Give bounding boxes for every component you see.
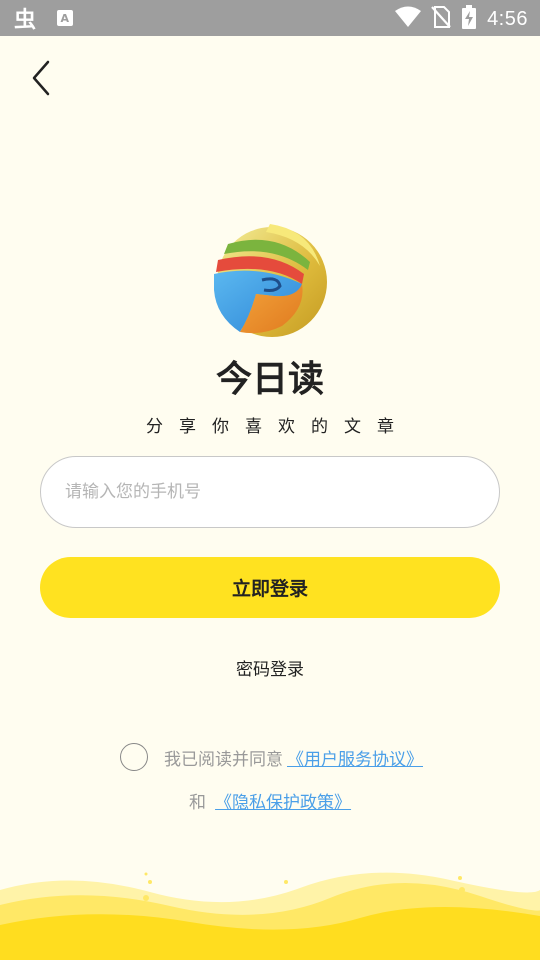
password-login-link[interactable]: 密码登录 (0, 655, 540, 680)
decorative-waves (0, 872, 540, 960)
battery-charging-icon (461, 5, 477, 33)
agreement-prefix-text: 我已阅读并同意 (164, 749, 283, 770)
bug-icon: 虫 (14, 6, 42, 34)
no-sim-icon (431, 5, 451, 33)
status-time: 4:56 (487, 7, 528, 30)
wifi-icon (395, 6, 422, 32)
back-button[interactable] (22, 56, 62, 100)
svg-text:虫: 虫 (14, 7, 36, 30)
login-now-button[interactable]: 立即登录 (40, 557, 500, 618)
status-bar-left: 虫 A (14, 6, 74, 34)
status-bar: 虫 A 4:56 (0, 0, 540, 36)
chevron-left-icon (32, 60, 50, 96)
agreement-checkbox[interactable] (120, 743, 148, 771)
privacy-policy-link[interactable]: 《隐私保护政策》 (215, 793, 351, 813)
svg-text:A: A (61, 12, 70, 25)
app-logo (210, 220, 330, 340)
phone-number-input[interactable] (40, 456, 500, 528)
privacy-row: 和 《隐私保护政策》 (0, 788, 540, 813)
user-agreement-link[interactable]: 《用户服务协议》 (287, 745, 423, 770)
keyboard-a-icon: A (56, 9, 74, 31)
app-title: 今日读 (215, 358, 324, 400)
status-bar-right: 4:56 (395, 5, 528, 33)
app-slogan: 分享你喜欢的文章 (146, 417, 410, 437)
agreement-conjunction-text: 和 (188, 793, 206, 813)
agreement-row: 我已阅读并同意 《用户服务协议》 (120, 742, 423, 772)
